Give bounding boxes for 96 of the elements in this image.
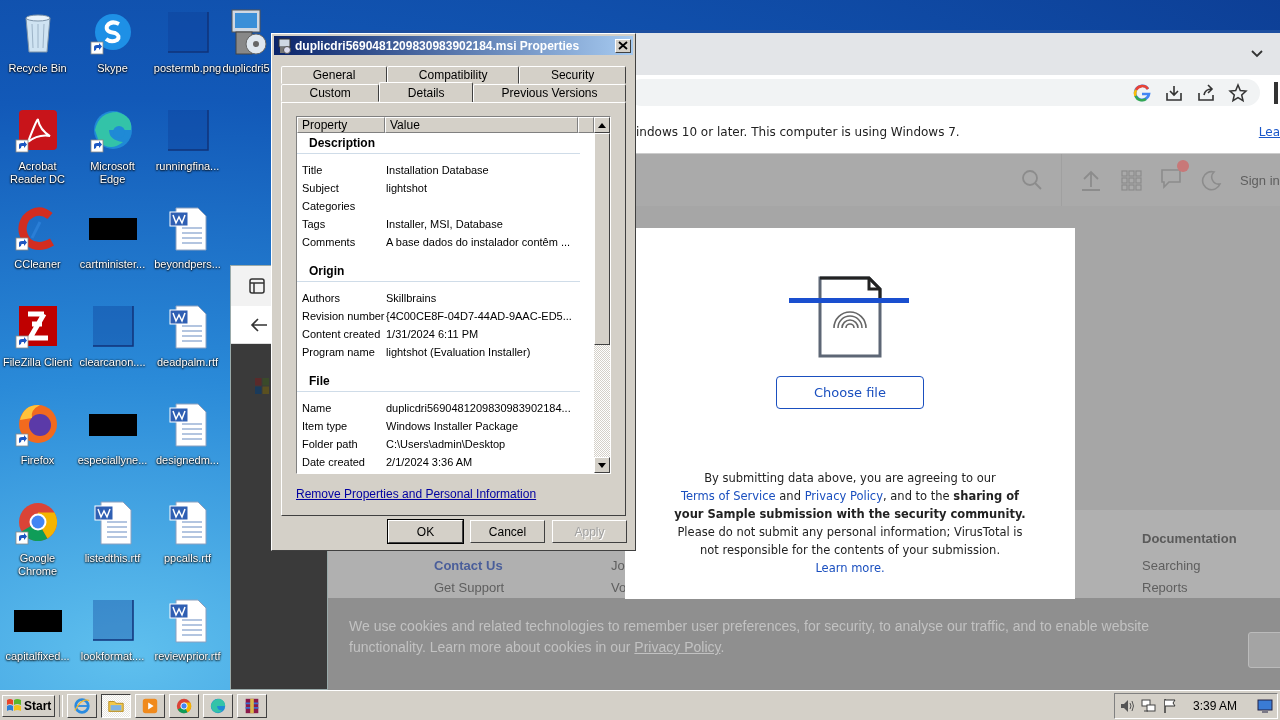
footer-link[interactable]: Get Support	[434, 579, 611, 595]
infobar-link[interactable]: Lea	[1258, 124, 1280, 139]
icon-label[interactable]: cartminister...	[79, 258, 146, 271]
start-button[interactable]: Start	[2, 694, 56, 717]
four-color-flag-icon	[6, 698, 22, 713]
sign-in-link[interactable]: Sign in	[1240, 172, 1280, 188]
toolbar-edge	[1274, 81, 1278, 104]
property-name: Categories	[301, 199, 357, 214]
submission-notice: By submitting data above, you are agreeing to our Terms of Service and Privacy Policy, and to the sharing of your Sample submission with the security community. Please do not submit any personal information; VirusTotal is not responsible for the contents of your submission. Learn more.	[673, 470, 1027, 577]
star-icon[interactable]	[1228, 82, 1248, 103]
property-name: Folder path	[301, 437, 359, 452]
chrome-taskbar-icon[interactable]	[169, 693, 200, 718]
property-value: Windows Installer Package	[386, 419, 519, 434]
property-value: Installation Database	[386, 163, 489, 178]
property-name: Item type	[301, 419, 349, 434]
tab[interactable]: Details	[379, 82, 473, 102]
icon-label[interactable]: Microsoft Edge	[76, 160, 149, 186]
tab[interactable]: Custom	[281, 84, 380, 102]
icon-label[interactable]: Acrobat Reader DC	[1, 160, 74, 186]
property-value: A base dados do instalador contêm ...	[386, 235, 571, 250]
icon-label[interactable]: FileZilla Client	[2, 356, 73, 369]
dialog-button[interactable]: OK	[388, 520, 463, 543]
property-name: Authors	[301, 291, 341, 306]
icon-label[interactable]: Skype	[97, 62, 128, 75]
icon-label[interactable]: especiallyne...	[77, 454, 148, 467]
tab[interactable]: Security	[519, 66, 626, 84]
share-icon[interactable]	[1196, 82, 1216, 103]
ie-taskbar-icon[interactable]	[67, 693, 98, 718]
property-value: Skillbrains	[386, 291, 437, 306]
icon-label[interactable]: designedm...	[156, 454, 219, 467]
icon-label[interactable]: CCleaner	[14, 258, 61, 271]
installer-icon	[276, 37, 292, 54]
choose-file-button[interactable]: Choose file	[776, 376, 924, 409]
column-header[interactable]: Value	[385, 117, 578, 133]
clock[interactable]: 3:39 AM	[1192, 698, 1237, 713]
icon-label[interactable]: duplicdri5	[222, 62, 270, 75]
explorer-taskbar-icon[interactable]	[101, 693, 132, 718]
property-value: duplicdri5690481209830983902184...	[386, 401, 571, 416]
fingerprint-file-icon	[789, 276, 911, 358]
column-header[interactable]: Property	[297, 117, 385, 133]
tab[interactable]: General	[281, 66, 388, 84]
back-arrow-icon[interactable]	[250, 316, 268, 333]
archive-taskbar-icon[interactable]	[237, 693, 268, 718]
property-value: {4C00CE8F-04D7-44AD-9AAC-ED5...	[386, 309, 572, 324]
info-message: indows 10 or later. This computer is using Windows 7.	[636, 124, 961, 139]
scrollbar[interactable]	[594, 117, 610, 473]
close-button[interactable]	[615, 38, 631, 53]
property-name: Content created	[301, 327, 382, 342]
tab[interactable]: Compatibility	[387, 66, 520, 84]
property-value: lightshot	[386, 181, 427, 196]
property-name: Revision number	[301, 309, 386, 324]
property-name: Subject	[301, 181, 340, 196]
chevron-down-icon[interactable]	[1250, 49, 1264, 59]
property-name: Title	[301, 163, 324, 178]
network-icon[interactable]	[1140, 697, 1157, 714]
edge-taskbar-icon[interactable]	[203, 693, 234, 718]
property-value: C:\Users\admin\Desktop	[386, 437, 506, 452]
footer-link[interactable]: Reports	[1142, 579, 1280, 595]
icon-label[interactable]: deadpalm.rtf	[156, 356, 219, 369]
property-value: 2/1/2024 3:36 AM	[386, 455, 473, 470]
up-arrow-icon[interactable]	[598, 122, 606, 128]
media-taskbar-icon[interactable]	[135, 693, 166, 718]
window-title: duplicdri5690481209830983902184.msi Properties	[295, 38, 581, 53]
text-link[interactable]: Privacy Policy	[804, 489, 883, 503]
icon-label[interactable]: beyondpers...	[154, 258, 221, 271]
property-value: Installer, MSI, Database	[386, 217, 503, 232]
footer-link[interactable]: Contact Us	[434, 557, 611, 573]
notification-badge	[1177, 160, 1189, 172]
group-heading: Origin	[297, 261, 580, 282]
dialog-button[interactable]: Cancel	[470, 520, 545, 543]
text-link[interactable]: Terms of Service	[680, 489, 776, 503]
group-heading: File	[297, 371, 580, 392]
icon-label[interactable]: Firefox	[20, 454, 55, 467]
property-name: Date created	[301, 455, 366, 470]
footer-heading: Documentation	[1142, 531, 1238, 548]
flag-icon[interactable]	[1162, 697, 1177, 714]
icon-label[interactable]: clearcanon....	[79, 356, 146, 369]
property-value: lightshot (Evaluation Installer)	[386, 345, 531, 360]
icon-label[interactable]: Recycle Bin	[8, 62, 67, 75]
property-value: 1/31/2024 6:11 PM	[386, 327, 479, 342]
property-name: Name	[301, 401, 333, 416]
footer-link[interactable]: Searching	[1142, 557, 1280, 573]
text-link[interactable]: Learn more.	[815, 561, 885, 575]
down-arrow-icon[interactable]	[598, 462, 606, 468]
tab-icon[interactable]	[249, 278, 265, 294]
four-squares-icon	[255, 378, 269, 394]
property-name: Comments	[301, 235, 357, 250]
icon-label[interactable]: runningfina...	[155, 160, 220, 173]
remove-properties-link[interactable]: Remove Properties and Personal Information	[296, 487, 537, 501]
property-name: Tags	[301, 217, 327, 232]
group-heading: Description	[297, 133, 580, 154]
color-ring-icon[interactable]	[1132, 82, 1152, 103]
property-name: Program name	[301, 345, 376, 360]
show-desktop-icon[interactable]	[1257, 698, 1273, 713]
icon-label[interactable]: postermb.png	[153, 62, 222, 75]
tab[interactable]: Previous Versions	[472, 84, 626, 102]
